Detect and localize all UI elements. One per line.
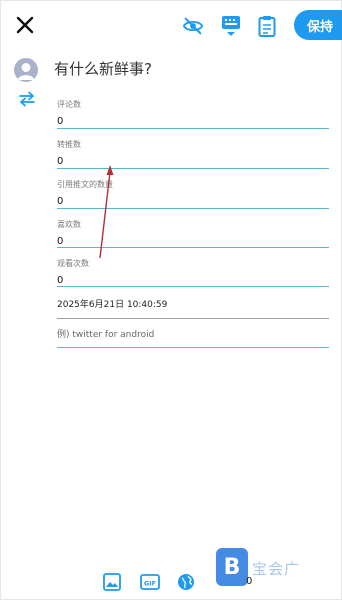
clipboard-icon[interactable]	[254, 13, 280, 39]
field-label: 转推数	[57, 140, 81, 149]
field-label: 引用推文的数量	[57, 180, 113, 189]
globe-icon[interactable]	[176, 572, 196, 592]
gif-icon[interactable]: GIF	[140, 572, 160, 592]
view-count-field[interactable]: 观看次数 0	[57, 259, 329, 287]
swap-icon[interactable]	[16, 90, 38, 108]
watermark: B 宝会广	[216, 548, 316, 588]
field-value[interactable]: 0	[57, 115, 329, 129]
like-count-field[interactable]: 喜欢数 0	[57, 220, 329, 248]
close-icon[interactable]	[12, 12, 38, 38]
field-label: 评论数	[57, 100, 81, 109]
reply-count-field[interactable]: 评论数 0	[57, 100, 329, 129]
image-icon[interactable]	[102, 572, 122, 592]
field-label: 喜欢数	[57, 220, 81, 229]
retweet-count-field[interactable]: 转推数 0	[57, 140, 329, 169]
eye-off-icon[interactable]	[180, 13, 206, 39]
compose-input[interactable]: 有什么新鲜事?	[54, 58, 152, 79]
field-value[interactable]: 0	[57, 274, 329, 288]
keyboard-icon[interactable]	[218, 13, 244, 39]
gif-label: GIF	[144, 580, 156, 588]
field-value[interactable]: 0	[57, 155, 329, 169]
watermark-logo: B	[216, 548, 248, 586]
date-field[interactable]: 2025年6月21日 10:40:59	[57, 297, 329, 319]
field-value[interactable]: 0	[57, 235, 329, 249]
client-field[interactable]: 例) twitter for android	[57, 327, 329, 348]
character-counter: 0	[246, 576, 253, 587]
save-button[interactable]: 保持	[294, 10, 342, 40]
field-label: 观看次数	[57, 259, 89, 268]
watermark-text: 宝会广	[252, 560, 301, 578]
avatar[interactable]	[14, 58, 38, 82]
quote-count-field[interactable]: 引用推文的数量 0	[57, 180, 329, 209]
field-value[interactable]: 0	[57, 195, 329, 209]
